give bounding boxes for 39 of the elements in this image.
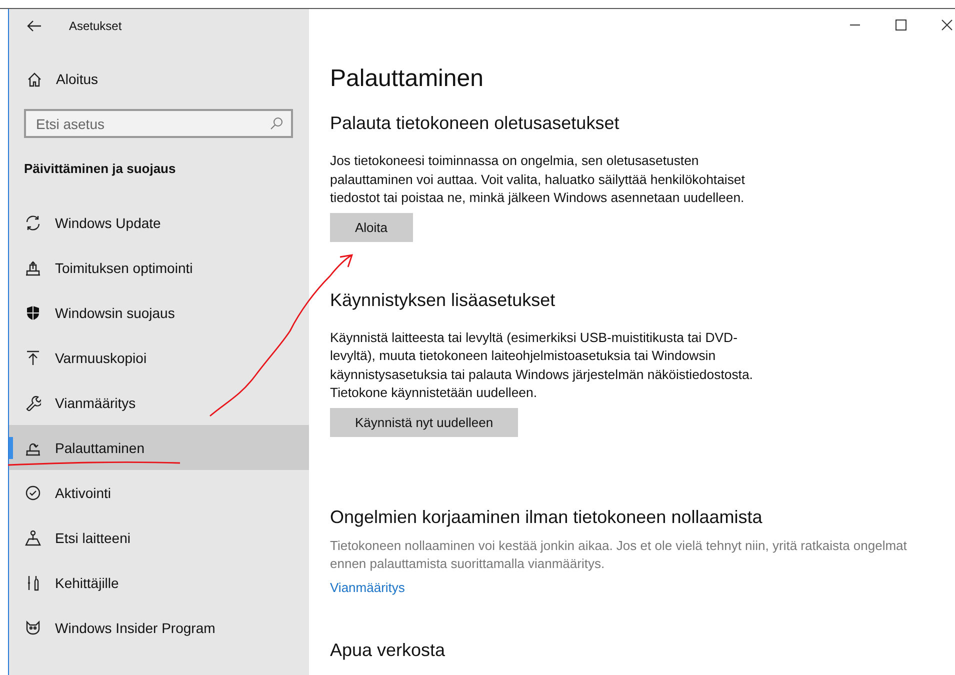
sidebar-item[interactable]: Vianmääritys <box>9 380 309 425</box>
action-button[interactable]: Käynnistä nyt uudelleen <box>330 408 518 436</box>
home-link[interactable]: Aloitus <box>9 61 309 97</box>
section-note: Tietokoneen nollaaminen voi kestää jonkin aikaa. Jos et ole vielä tehnyt niin, yritä ratkaista ongelmat ennen palauttamista suorittamalla vianmääritys. <box>330 536 908 572</box>
section-heading: Ongelmien korjaaminen ilman tietokoneen nollaamista <box>330 506 764 528</box>
section-text: Käynnistä laitteesta tai levyltä (esimerkiksi USB-muistitikusta tai DVD-levyltä), muuta tietokoneen laiteohjelmistoasetuksia tai Windowsin käynnistysasetuksia tai palauta Windows järjestelmän näköistiedostosta. Tietokone käynnistetään uudelleen. <box>330 328 754 402</box>
sidebar-item[interactable]: Windowsin suojaus <box>9 290 309 335</box>
troubleshoot-link[interactable]: Vianmääritys <box>330 580 405 594</box>
sidebar-item[interactable]: Windows Insider Program <box>9 605 309 650</box>
check-circle-icon <box>25 484 41 500</box>
page-title: Palauttaminen <box>330 65 484 93</box>
wrench-icon <box>25 394 41 410</box>
section-text: Jos tietokoneesi toiminnassa on ongelmia, sen oletusasetusten palauttaminen voi auttaa. Voit valita, haluatko säilyttää henkilökohtaiset tiedostot tai poistaa ne, minkä jälkeen Windows asennetaan uudelleen. <box>330 152 746 207</box>
back-icon[interactable] <box>27 20 41 32</box>
sidebar-item[interactable]: Palauttaminen <box>9 425 309 470</box>
sidebar-item[interactable]: Toimituksen optimointi <box>9 245 309 290</box>
tray-upload-icon <box>25 260 41 276</box>
person-pin-icon <box>25 530 41 546</box>
home-icon <box>27 72 42 86</box>
action-button[interactable]: Aloita <box>330 212 413 242</box>
search-icon <box>270 117 283 130</box>
sidebar-item[interactable]: Windows Update <box>9 200 309 245</box>
sync-icon <box>25 214 41 230</box>
sidebar-item[interactable]: Etsi laitteeni <box>9 515 309 560</box>
sidebar-item[interactable]: Aktivointi <box>9 470 309 515</box>
maximize-icon[interactable] <box>895 19 907 31</box>
sidebar-item[interactable]: Varmuuskopioi <box>9 335 309 380</box>
section-heading: Käynnistyksen lisäasetukset <box>330 290 556 310</box>
cat-icon <box>25 620 41 636</box>
section-heading: Palauta tietokoneen oletusasetukset <box>330 113 620 134</box>
upload-icon <box>25 350 41 366</box>
search-field[interactable]: Etsi asetus <box>24 109 293 138</box>
window-title: Asetukset <box>69 19 122 33</box>
close-icon[interactable] <box>941 19 953 31</box>
tools-icon <box>25 574 41 590</box>
category-heading: Päivittäminen ja suojaus <box>23 161 177 176</box>
section-heading: Apua verkosta <box>330 640 446 660</box>
shield-icon <box>25 304 41 320</box>
sidebar-item[interactable]: Kehittäjille <box>9 560 309 605</box>
